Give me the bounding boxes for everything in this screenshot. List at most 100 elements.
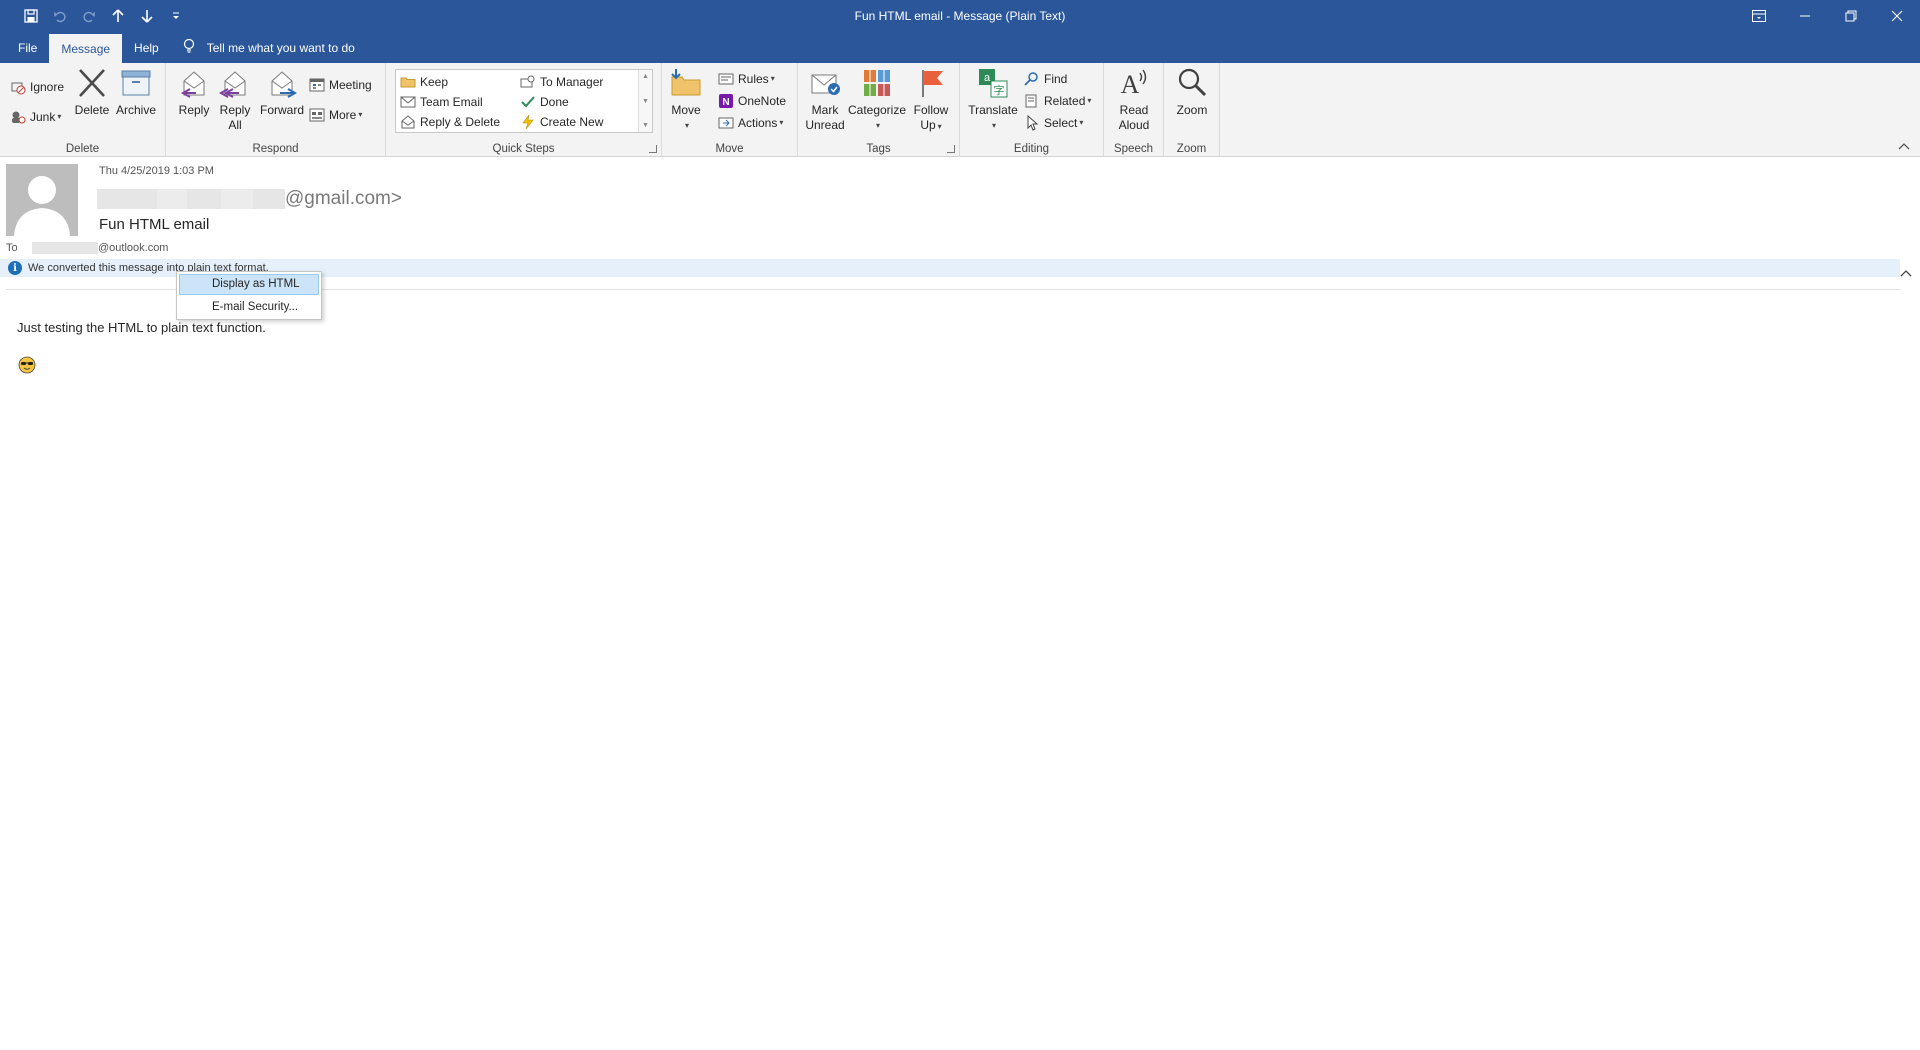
menu-item-email-security[interactable]: E-mail Security...	[179, 297, 319, 318]
find-button[interactable]: Find	[1024, 69, 1067, 88]
magnifier-icon	[1176, 67, 1208, 99]
onenote-icon: N	[718, 93, 734, 109]
redo-icon[interactable]	[74, 0, 103, 32]
translate-button[interactable]: a字 Translate ▾	[968, 67, 1018, 133]
quick-access-toolbar	[0, 0, 190, 32]
zoom-button[interactable]: Zoom	[1172, 67, 1212, 118]
lightning-icon	[520, 114, 536, 130]
move-group-label: Move	[715, 143, 744, 155]
quick-step-to-manager[interactable]: To Manager	[520, 72, 603, 91]
collapse-ribbon-icon[interactable]	[1898, 142, 1910, 153]
archive-button[interactable]: Archive	[114, 67, 158, 118]
tab-help[interactable]: Help	[122, 32, 171, 63]
tab-message[interactable]: Message	[49, 34, 123, 63]
message-subject: Fun HTML email	[99, 216, 210, 233]
checkmark-icon	[520, 94, 536, 110]
window-title: Fun HTML email - Message (Plain Text)	[854, 9, 1066, 23]
redacted-sender-name-4	[221, 189, 253, 209]
move-button[interactable]: Move ▾	[668, 67, 704, 133]
ribbon-tab-row: File Message Help Tell me what you want …	[0, 32, 1920, 63]
delete-group: Ignore Junk ▾ Delete Archive Delete	[0, 63, 166, 157]
quick-steps-scrollbar[interactable]: ▲ ▼ ▼	[638, 70, 652, 132]
message-body-text: Just testing the HTML to plain text func…	[17, 320, 266, 335]
rules-icon	[718, 71, 734, 87]
rules-button[interactable]: Rules ▾	[718, 69, 775, 88]
more-icon	[309, 107, 325, 123]
forward-button[interactable]: Forward	[258, 67, 306, 118]
svg-text:字: 字	[994, 83, 1005, 97]
quick-step-done[interactable]: Done	[520, 92, 569, 111]
find-icon	[1024, 71, 1040, 87]
categorize-button[interactable]: Categorize ▾	[848, 67, 906, 133]
quick-step-keep[interactable]: Keep	[400, 72, 448, 91]
tell-me-label: Tell me what you want to do	[206, 40, 355, 55]
tell-me-search[interactable]: Tell me what you want to do	[171, 32, 355, 63]
actions-icon	[718, 115, 734, 131]
zoom-group-label: Zoom	[1176, 143, 1207, 155]
to-label: To	[6, 242, 18, 254]
minimize-icon[interactable]	[1782, 0, 1828, 32]
lightbulb-icon	[183, 38, 195, 57]
ribbon: Ignore Junk ▾ Delete Archive Delete Repl…	[0, 63, 1920, 157]
ribbon-display-options-icon[interactable]	[1736, 0, 1782, 32]
tags-group-label: Tags	[866, 143, 891, 155]
message-sender[interactable]: @gmail.com>	[97, 184, 402, 214]
menu-item-display-as-html[interactable]: Display as HTML	[179, 274, 319, 295]
save-icon[interactable]	[16, 0, 45, 32]
scroll-up-icon[interactable]: ▲	[642, 73, 649, 80]
sender-avatar	[6, 164, 78, 236]
gallery-more-icon[interactable]: ▼	[642, 122, 649, 129]
next-item-icon[interactable]	[132, 0, 161, 32]
mark-unread-icon	[809, 67, 841, 99]
junk-button[interactable]: Junk ▾	[10, 107, 61, 126]
redacted-sender-name-3	[187, 189, 221, 209]
meeting-button[interactable]: Meeting	[309, 75, 372, 94]
delete-button[interactable]: Delete	[72, 67, 112, 118]
more-button[interactable]: More ▾	[309, 105, 362, 124]
select-button[interactable]: Select ▾	[1024, 113, 1083, 132]
undo-icon[interactable]	[45, 0, 74, 32]
message-recipients: To @outlook.com	[6, 242, 168, 254]
tab-file[interactable]: File	[0, 32, 49, 63]
message-date: Thu 4/25/2019 1:03 PM	[99, 165, 214, 177]
related-button[interactable]: Related ▾	[1024, 91, 1091, 110]
speech-group: A Read Aloud Speech	[1104, 63, 1164, 157]
reply-all-button[interactable]: Reply All	[216, 67, 254, 133]
actions-button[interactable]: Actions ▾	[718, 113, 783, 132]
reply-all-icon	[218, 67, 251, 99]
recipient-email-suffix[interactable]: @outlook.com	[98, 242, 168, 254]
delete-icon	[76, 67, 108, 99]
archive-icon	[120, 67, 152, 99]
quick-step-team-email[interactable]: Team Email	[400, 92, 483, 111]
cursor-icon	[1024, 114, 1040, 131]
team-email-icon	[400, 94, 416, 110]
customize-icon[interactable]	[161, 0, 190, 32]
collapse-header-icon[interactable]	[1900, 268, 1912, 280]
flag-icon	[915, 67, 947, 99]
quick-step-create-new[interactable]: Create New	[520, 112, 603, 131]
scroll-down-icon[interactable]: ▼	[642, 98, 649, 105]
quick-steps-group: Keep Team Email Reply & Delete To Manage…	[386, 63, 662, 157]
read-aloud-button[interactable]: A Read Aloud	[1112, 67, 1156, 133]
junk-icon	[10, 109, 26, 125]
reply-button[interactable]: Reply	[176, 67, 212, 118]
close-icon[interactable]	[1874, 0, 1920, 32]
quick-step-reply-delete[interactable]: Reply & Delete	[400, 112, 500, 131]
categorize-icon	[861, 67, 893, 99]
restore-icon[interactable]	[1828, 0, 1874, 32]
reply-icon	[178, 67, 210, 99]
quick-steps-gallery: Keep Team Email Reply & Delete To Manage…	[395, 69, 653, 133]
move-folder-icon	[670, 67, 702, 99]
onenote-button[interactable]: N OneNote	[718, 91, 786, 110]
follow-up-button[interactable]: Follow Up ▾	[910, 67, 952, 134]
mark-unread-button[interactable]: Mark Unread	[804, 67, 846, 133]
delete-group-label: Delete	[65, 143, 100, 155]
reply-delete-icon	[400, 114, 416, 130]
speech-group-label: Speech	[1113, 143, 1153, 155]
ignore-button[interactable]: Ignore	[10, 77, 64, 96]
translate-icon: a字	[977, 67, 1009, 99]
previous-item-icon[interactable]	[103, 0, 132, 32]
ignore-icon	[10, 79, 26, 95]
move-group: Move ▾ Rules ▾ N OneNote Actions ▾ Move	[662, 63, 798, 157]
zoom-group: Zoom Zoom	[1164, 63, 1220, 157]
